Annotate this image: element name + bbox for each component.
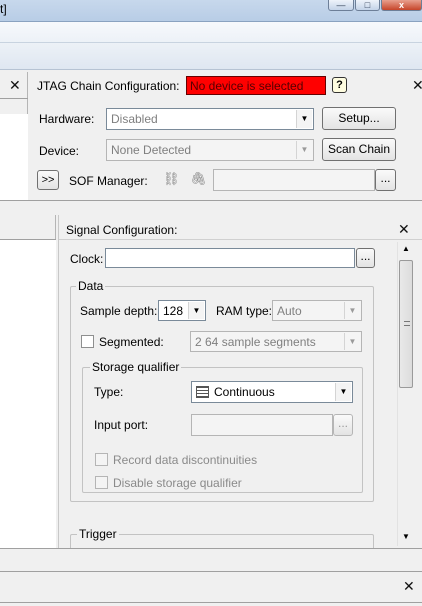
segments-select[interactable]: 2 64 sample segments ▼ [190, 331, 362, 352]
hardware-dropdown-arrow-icon[interactable]: ▼ [296, 110, 312, 128]
ram-type-select[interactable]: Auto ▼ [272, 300, 362, 321]
device-label: Device: [39, 144, 80, 158]
window-title: t] [0, 2, 7, 16]
left-panel-header-line [0, 98, 28, 99]
disable-storage-checkbox[interactable] [95, 476, 108, 489]
signal-config-panel: Signal Configuration: ✕ Clock: ... Data … [58, 215, 422, 554]
hardware-label: Hardware: [39, 112, 95, 126]
minimize-button[interactable]: — [328, 0, 354, 11]
storage-type-select[interactable]: Continuous ▼ [191, 381, 353, 403]
signal-panel-title: Signal Configuration: [66, 223, 178, 237]
program-device-icon[interactable]: ⛓ [163, 171, 180, 187]
segmented-checkbox[interactable] [81, 335, 94, 348]
trigger-group-title: Trigger [77, 527, 119, 541]
device-dropdown-arrow-icon[interactable]: ▼ [296, 141, 312, 159]
storage-type-arrow-icon[interactable]: ▼ [335, 383, 351, 401]
left-lower-content [0, 240, 56, 548]
jtag-status-text: No device is selected [190, 79, 304, 93]
help-icon[interactable]: ? [332, 77, 347, 93]
toolbar-area [0, 22, 422, 70]
hardware-value: Disabled [111, 112, 158, 126]
scroll-thumb[interactable] [399, 260, 413, 388]
bottom-panel-close-icon[interactable]: ✕ [403, 579, 415, 593]
window-close-button[interactable]: x [381, 0, 422, 11]
data-group-title: Data [76, 279, 106, 293]
sample-depth-arrow-icon[interactable]: ▼ [188, 302, 204, 319]
jtag-panel-close-icon[interactable]: ✕ [412, 78, 422, 92]
left-lower-panel [0, 215, 56, 548]
signal-vertical-scrollbar[interactable]: ▲ ▼ [397, 242, 414, 546]
sample-depth-select[interactable]: 128 ▼ [158, 300, 206, 321]
ram-type-value: Auto [277, 304, 302, 318]
sample-depth-label: Sample depth: [80, 304, 158, 318]
jtag-chain-panel: JTAG Chain Configuration: No device is s… [29, 72, 422, 200]
toolbar-divider [0, 42, 422, 43]
segments-value: 2 64 sample segments [195, 335, 316, 349]
ram-type-arrow-icon[interactable]: ▼ [344, 302, 360, 319]
disable-storage-label: Disable storage qualifier [113, 476, 242, 490]
left-panel-close-icon[interactable]: ✕ [9, 78, 21, 92]
storage-type-value: Continuous [214, 385, 275, 399]
storage-qualifier-title: Storage qualifier [90, 360, 182, 374]
scan-chain-button[interactable]: Scan Chain [322, 138, 396, 161]
setup-button[interactable]: Setup... [322, 107, 396, 130]
scroll-down-icon[interactable]: ▼ [402, 532, 410, 541]
left-panel-content [0, 114, 28, 200]
bottom-panel-header-line [0, 602, 422, 603]
expand-button[interactable]: >> [37, 170, 59, 190]
signal-header-line [59, 239, 422, 240]
window-title-bar: t] — □ x [0, 0, 422, 22]
upper-lower-separator [0, 200, 422, 201]
sof-browse-button[interactable]: ... [375, 169, 396, 191]
device-value: None Detected [111, 143, 192, 157]
continuous-icon [196, 386, 209, 398]
scroll-up-icon[interactable]: ▲ [402, 244, 410, 253]
jtag-panel-title: JTAG Chain Configuration: [37, 79, 180, 93]
sof-manager-label: SOF Manager: [69, 174, 148, 188]
scroll-grip-icon [404, 321, 410, 326]
input-port-browse-button[interactable]: ... [333, 414, 353, 436]
signal-panel-close-icon[interactable]: ✕ [398, 222, 410, 236]
input-port-label: Input port: [94, 418, 149, 432]
sample-depth-value: 128 [163, 304, 184, 318]
type-label: Type: [94, 385, 124, 399]
jtag-status-badge: No device is selected [186, 76, 326, 95]
maximize-button[interactable]: □ [355, 0, 380, 11]
segments-arrow-icon[interactable]: ▼ [344, 333, 360, 350]
clock-label: Clock: [70, 252, 104, 266]
hardware-select[interactable]: Disabled ▼ [106, 108, 314, 130]
left-upper-panel: ✕ [0, 72, 28, 200]
attach-file-icon[interactable]: 🖇 [190, 171, 207, 187]
ram-type-label: RAM type: [216, 304, 273, 318]
sof-file-input[interactable] [213, 169, 375, 191]
bottom-panel-top-line [0, 571, 422, 572]
bottom-panel: ✕ [0, 549, 422, 606]
clock-input[interactable] [105, 248, 355, 268]
input-port-field[interactable] [191, 414, 333, 436]
clock-browse-button[interactable]: ... [356, 248, 375, 268]
record-discontinuities-checkbox[interactable] [95, 453, 108, 466]
record-discontinuities-label: Record data discontinuities [113, 453, 258, 467]
device-select[interactable]: None Detected ▼ [106, 139, 314, 161]
segmented-label: Segmented: [99, 335, 164, 349]
